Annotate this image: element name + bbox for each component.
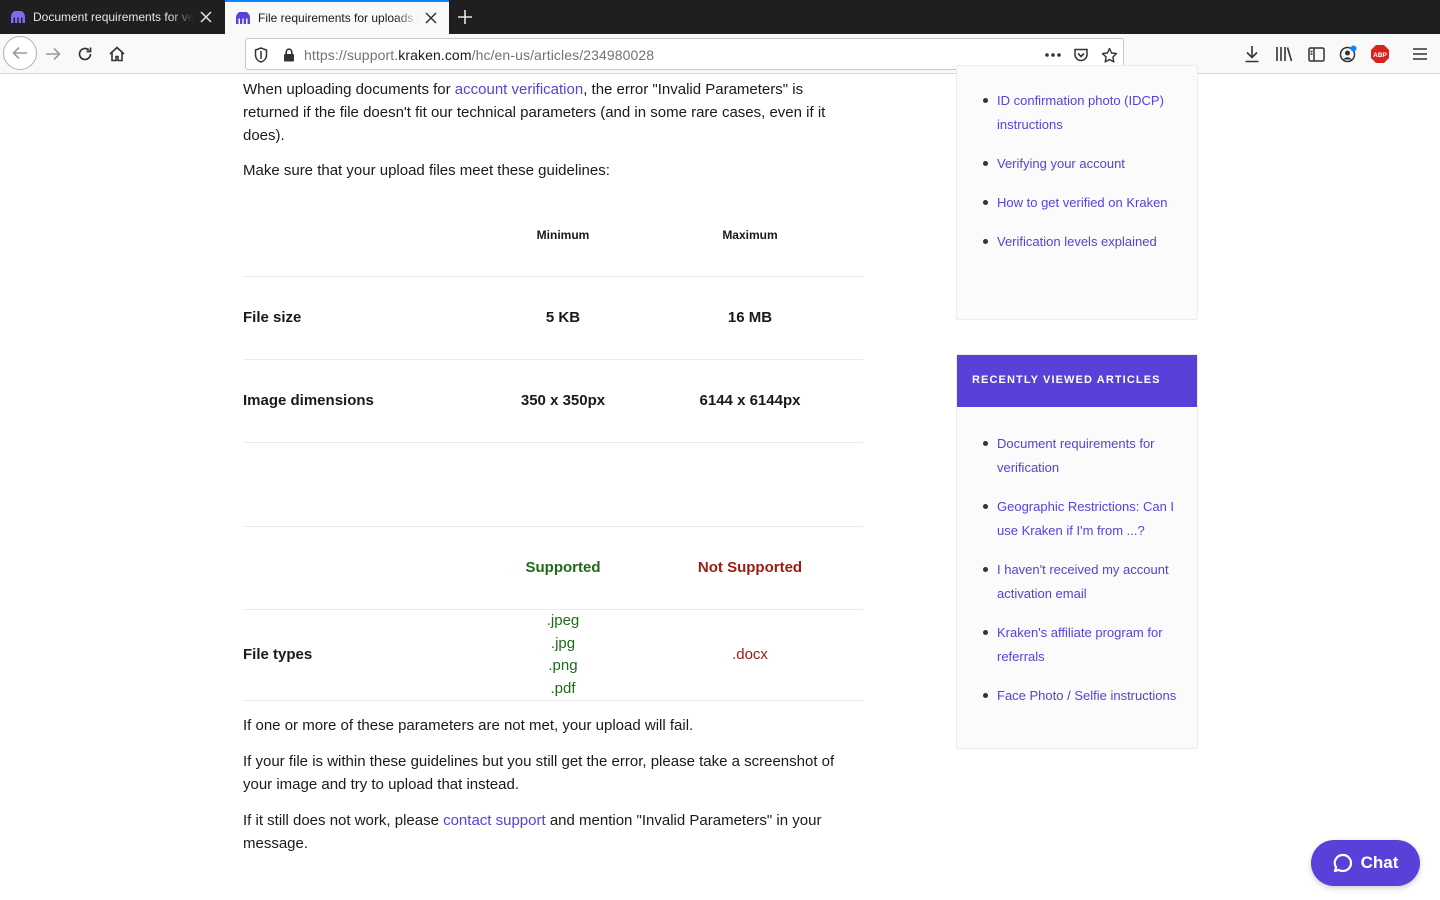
supported-type: .pdf <box>550 679 576 697</box>
image-dimensions-min: 350 x 350px <box>520 392 606 409</box>
back-button[interactable] <box>3 36 37 70</box>
bookmark-star-icon[interactable] <box>1099 45 1119 65</box>
recently-viewed-heading: RECENTLY VIEWED ARTICLES <box>957 355 1197 407</box>
tab-strip: Document requirements for verification F… <box>0 0 1440 34</box>
tab-file-requirements[interactable]: File requirements for uploads ("Invalid … <box>225 0 449 34</box>
back-arrow-icon <box>12 46 27 60</box>
chat-button[interactable]: Chat <box>1311 840 1420 886</box>
download-icon <box>1245 46 1259 63</box>
contact-paragraph: If it still does not work, please contac… <box>243 812 822 852</box>
fail-paragraph: If one or more of these parameters are n… <box>243 717 694 734</box>
file-size-min: 5 KB <box>545 309 581 326</box>
chat-bubble-icon <box>1333 853 1352 873</box>
row-label-file-size: File size <box>243 309 302 326</box>
downloads-button[interactable] <box>1236 38 1268 70</box>
table-divider <box>243 700 863 701</box>
chat-label: Chat <box>1360 853 1399 872</box>
reload-button[interactable] <box>69 38 101 70</box>
table-divider <box>243 442 863 443</box>
guidelines-paragraph: Make sure that your upload files meet th… <box>243 162 610 179</box>
url-text: https://support.kraken.com/hc/en-us/arti… <box>304 47 655 63</box>
page-content: When uploading documents for account ver… <box>0 65 1440 900</box>
recent-article-link[interactable]: Face Photo / Selfie instructions <box>983 684 1198 708</box>
home-icon <box>109 46 125 62</box>
tab-title: File requirements for uploads ("Invalid … <box>258 11 419 25</box>
secure-lock-icon[interactable] <box>279 45 299 65</box>
related-article-link[interactable]: Verification levels explained <box>983 230 1198 254</box>
library-button[interactable] <box>1268 38 1300 70</box>
tab-title: Document requirements for verification <box>33 10 194 24</box>
kraken-favicon-icon <box>11 11 25 23</box>
close-tab-icon[interactable] <box>423 10 439 26</box>
header-supported: Supported <box>525 559 601 576</box>
library-icon <box>1276 47 1293 62</box>
tracking-protection-shield-icon[interactable] <box>251 45 271 65</box>
screenshot-paragraph: If your file is within these guidelines … <box>243 753 835 793</box>
kraken-favicon-icon <box>236 12 250 24</box>
table-divider <box>243 276 863 277</box>
recent-article-link[interactable]: I haven't received my account activation… <box>983 558 1198 606</box>
contact-support-link[interactable]: contact support <box>443 812 546 829</box>
header-minimum: Minimum <box>536 228 590 242</box>
account-verification-link[interactable]: account verification <box>455 81 583 98</box>
row-label-image-dimensions: Image dimensions <box>243 392 374 409</box>
close-tab-icon[interactable] <box>198 9 214 25</box>
supported-type: .png <box>548 657 578 674</box>
row-label-file-types: File types <box>243 646 313 663</box>
hamburger-menu-icon <box>1413 48 1427 60</box>
forward-button[interactable] <box>37 38 69 70</box>
related-article-link[interactable]: ID confirmation photo (IDCP) instruction… <box>983 89 1198 137</box>
table-divider <box>243 526 863 527</box>
new-tab-icon[interactable] <box>455 7 475 27</box>
recent-article-link[interactable]: Document requirements for verification <box>983 432 1198 480</box>
supported-type: .jpg <box>550 634 576 652</box>
recent-article-link[interactable]: Kraken's affiliate program for referrals <box>983 621 1198 669</box>
home-button[interactable] <box>101 38 133 70</box>
image-dimensions-max: 6144 x 6144px <box>699 392 801 409</box>
account-icon <box>1339 45 1357 63</box>
forward-arrow-icon <box>46 47 61 61</box>
menu-button[interactable] <box>1404 38 1436 70</box>
tab-document-requirements[interactable]: Document requirements for verification <box>0 0 224 34</box>
header-not-supported: Not Supported <box>697 559 803 576</box>
supported-type: .jpeg <box>546 612 580 629</box>
recent-article-link[interactable]: Geographic Restrictions: Can I use Krake… <box>983 495 1198 543</box>
not-supported-type: .docx <box>732 646 768 663</box>
svg-text:ABP: ABP <box>1373 52 1387 59</box>
related-article-link[interactable]: How to get verified on Kraken <box>983 191 1198 215</box>
pocket-icon[interactable] <box>1071 45 1091 65</box>
supported-types-list: .jpeg .jpg .png .pdf <box>483 610 643 700</box>
adblock-plus-button[interactable]: ABP <box>1364 38 1396 70</box>
file-size-max: 16 MB <box>727 309 773 326</box>
header-maximum: Maximum <box>722 228 778 242</box>
reload-icon <box>78 47 92 61</box>
sidebar-toggle-button[interactable] <box>1300 38 1332 70</box>
adblock-plus-icon: ABP <box>1371 45 1389 63</box>
related-article-link[interactable]: Verifying your account <box>983 152 1198 176</box>
sidebar-icon <box>1307 46 1325 62</box>
page-actions-menu-icon[interactable] <box>1043 45 1063 65</box>
table-divider <box>243 359 863 360</box>
intro-paragraph: When uploading documents for account ver… <box>243 81 826 144</box>
navigation-toolbar: https://support.kraken.com/hc/en-us/arti… <box>0 34 1440 74</box>
account-button[interactable] <box>1332 38 1364 70</box>
